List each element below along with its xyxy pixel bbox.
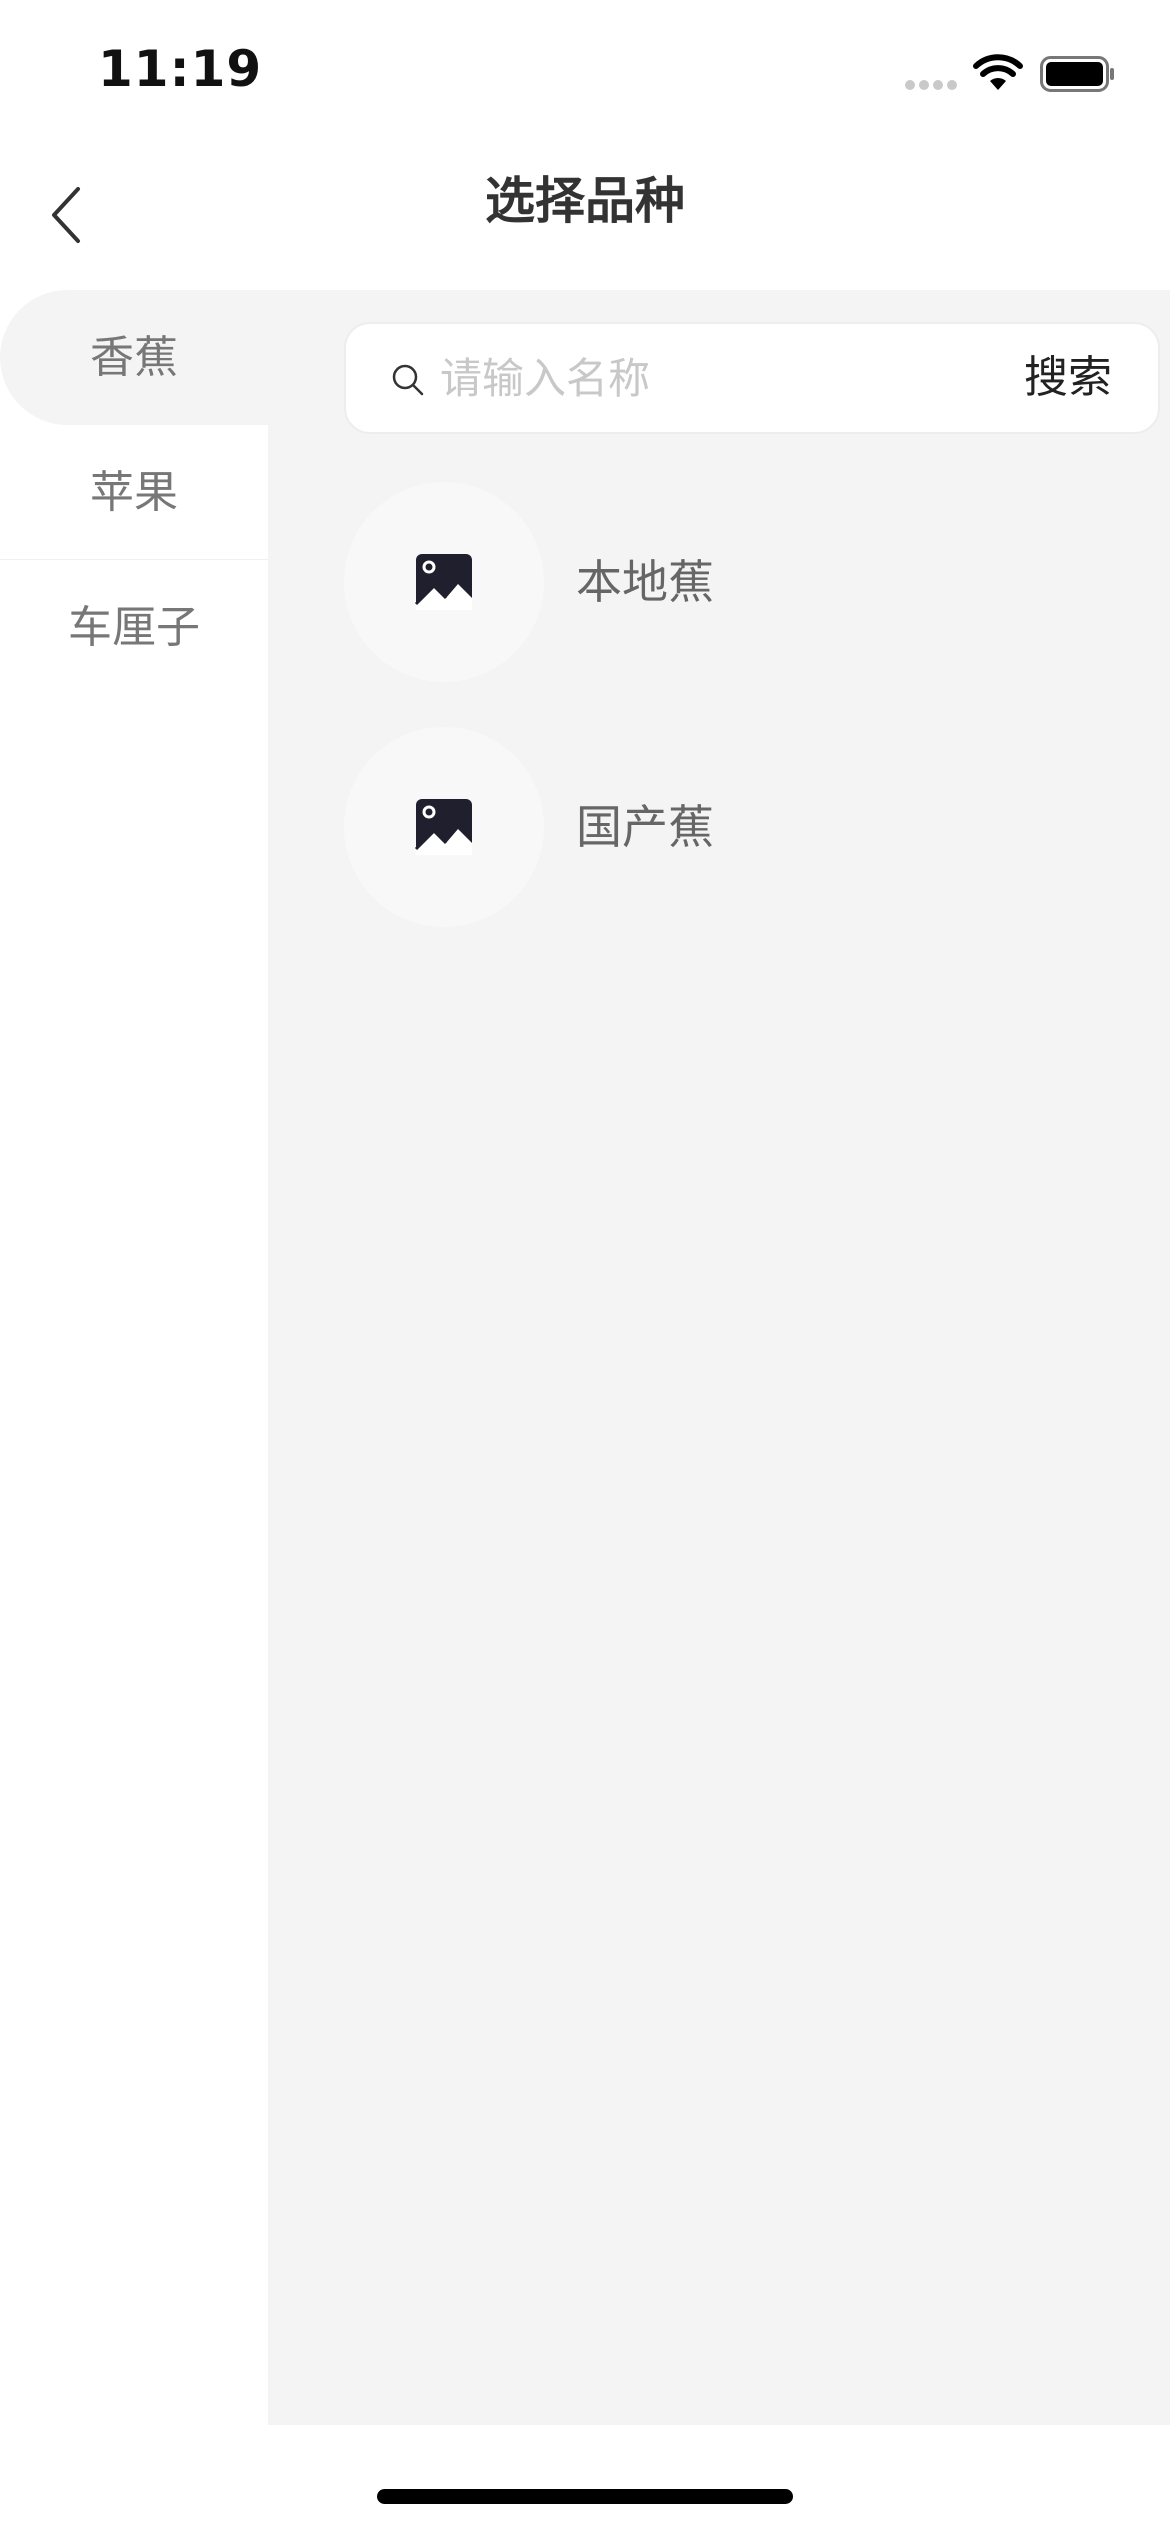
variety-name: 国产蕉 (576, 800, 714, 854)
wifi-icon (973, 54, 1023, 90)
variety-item[interactable]: 本地蕉 (344, 482, 1104, 682)
category-sidebar: 香蕉 苹果 车厘子 (0, 290, 268, 2425)
category-label: 香蕉 (90, 332, 178, 383)
variety-content: 搜索 本地蕉 国产蕉 (268, 290, 1170, 2425)
variety-thumbnail (344, 727, 544, 927)
search-button[interactable]: 搜索 (1024, 324, 1112, 432)
search-icon (392, 364, 424, 396)
image-placeholder-icon (414, 554, 472, 610)
category-label: 苹果 (90, 467, 178, 518)
variety-item[interactable]: 国产蕉 (344, 727, 1104, 927)
status-bar: 11:19 (0, 0, 1170, 140)
home-indicator (377, 2489, 793, 2504)
search-bar: 搜索 (344, 322, 1160, 434)
page-title: 选择品种 (485, 172, 685, 230)
variety-thumbnail (344, 482, 544, 682)
variety-name: 本地蕉 (576, 555, 714, 609)
status-time: 11:19 (98, 40, 263, 98)
category-item-apple[interactable]: 苹果 (0, 425, 268, 560)
battery-icon (1040, 56, 1114, 92)
navigation-bar: 选择品种 (0, 140, 1170, 290)
category-item-banana[interactable]: 香蕉 (0, 290, 268, 425)
category-label: 车厘子 (68, 602, 200, 653)
cellular-signal-icon (905, 80, 959, 90)
image-placeholder-icon (414, 799, 472, 855)
search-input[interactable] (440, 342, 940, 414)
category-item-cherry[interactable]: 车厘子 (0, 560, 268, 695)
